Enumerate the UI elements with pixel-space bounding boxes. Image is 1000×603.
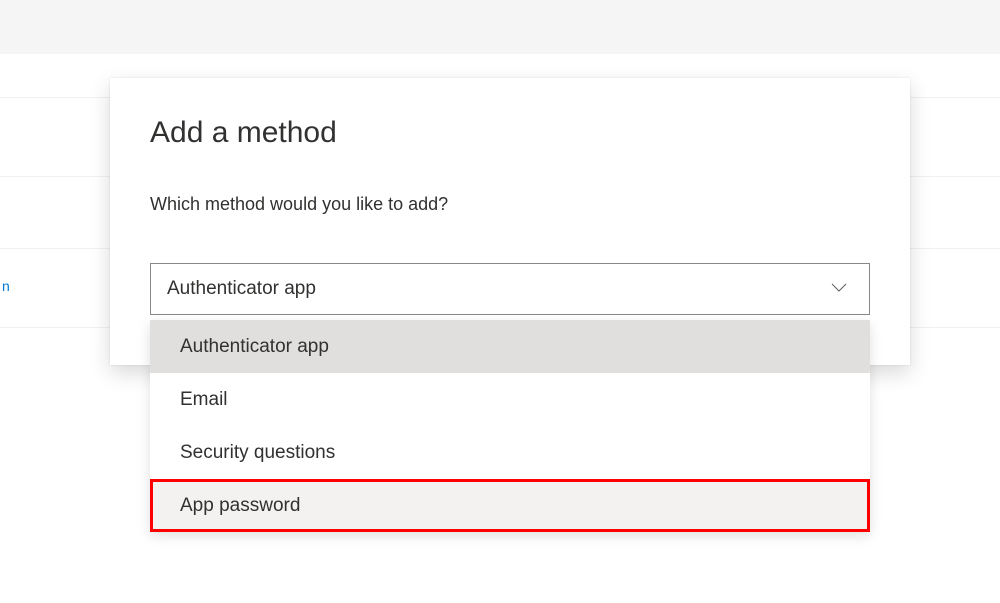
dialog-question: Which method would you like to add? — [150, 194, 870, 215]
top-bar — [0, 0, 1000, 54]
select-value: Authenticator app — [167, 278, 316, 300]
dropdown-option-app-password[interactable]: App password — [150, 479, 870, 532]
dropdown-option-email[interactable]: Email — [150, 373, 870, 426]
method-select[interactable]: Authenticator app — [150, 263, 870, 315]
chevron-down-icon — [831, 280, 847, 298]
method-select-wrapper: Authenticator app — [150, 263, 870, 315]
dropdown-option-authenticator-app[interactable]: Authenticator app — [150, 320, 870, 373]
dropdown-option-security-questions[interactable]: Security questions — [150, 426, 870, 479]
method-dropdown: Authenticator app Email Security questio… — [150, 320, 870, 532]
bg-text-fragment: n — [2, 278, 10, 294]
dialog-title: Add a method — [150, 116, 870, 150]
